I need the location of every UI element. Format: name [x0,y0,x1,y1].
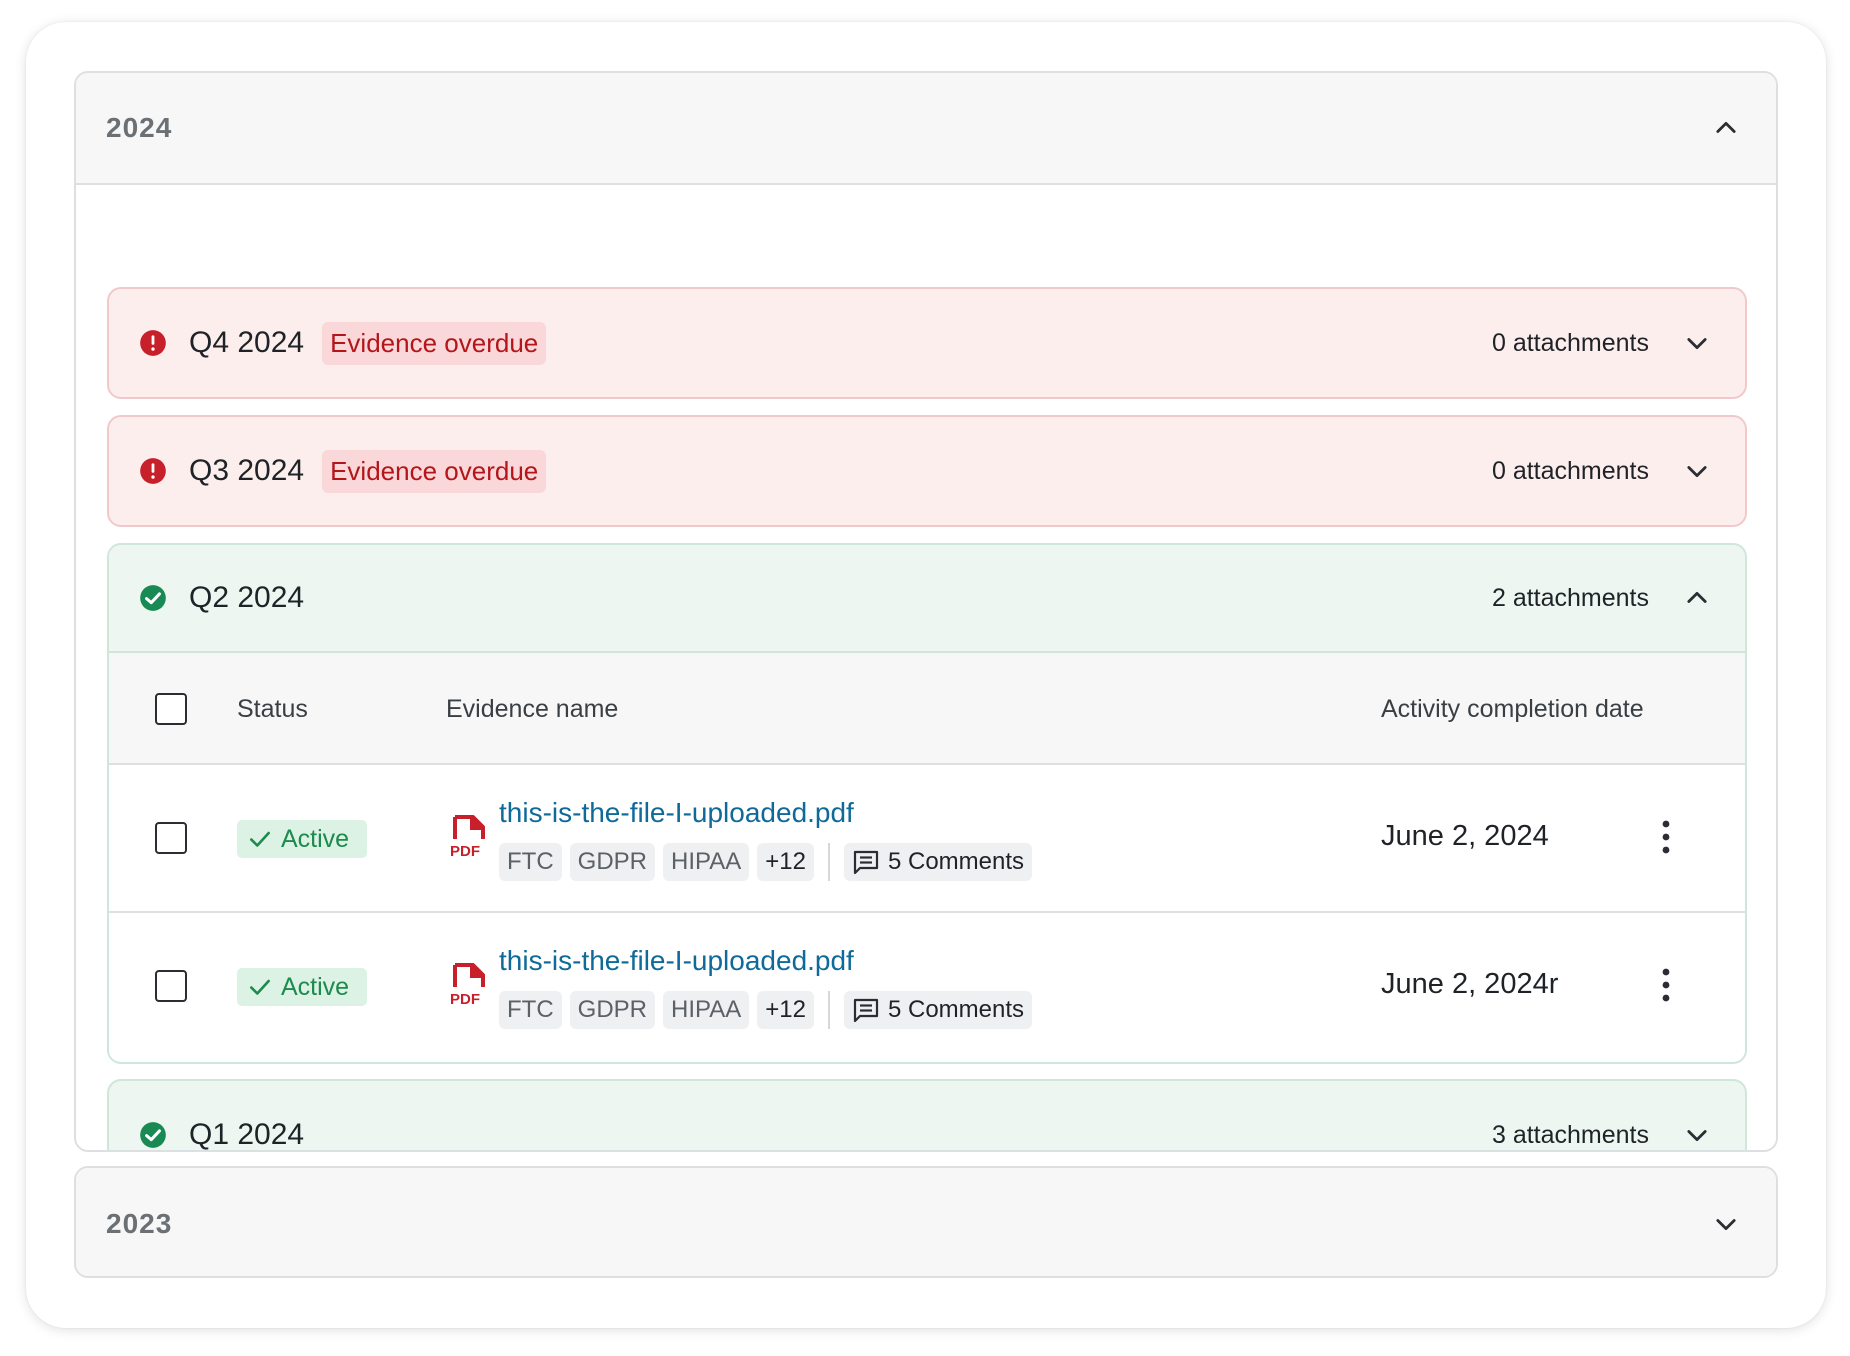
quarter-title: Q2 2024 [189,581,305,614]
quarter-title: Q3 2024 [189,454,305,487]
quarter-header[interactable]: Q1 2024 3 attachments [109,1081,1745,1151]
attachment-count: 0 attachments [1491,328,1649,357]
chevron-down-icon[interactable] [1683,457,1711,485]
completion-date: June 2, 2024 [1381,820,1549,852]
chevron-down-icon[interactable] [1683,329,1711,357]
comments-label: 5 Comments [887,996,1025,1023]
tag: GDPR [569,843,655,881]
svg-text:PDF: PDF [450,991,480,1007]
alert-icon [140,458,166,484]
quarter-panel-q2: Q2 2024 2 attachments Status Evidence na… [107,543,1747,1064]
year-section-2024: 2024 Q4 2024 Evidence overdue 0 attachme… [74,71,1778,1152]
quarter-panel-q1[interactable]: Q1 2024 3 attachments [107,1079,1747,1151]
quarter-header[interactable]: Q2 2024 2 attachments [109,545,1745,653]
more-tags-badge[interactable]: +12 [757,843,814,881]
tag: HIPAA [663,991,750,1029]
status-badge: Active [237,820,367,858]
year-title: 2023 [106,1208,173,1239]
attachment-count: 3 attachments [1491,1120,1649,1149]
divider [827,843,830,881]
check-circle-icon [140,585,166,611]
status-label: Active [281,824,350,853]
pdf-file-icon: PDF [450,963,485,1007]
chevron-down-icon[interactable] [1712,1210,1740,1238]
quarter-title: Q1 2024 [189,1118,305,1151]
chevron-up-icon[interactable] [1683,584,1711,612]
select-all-checkbox[interactable] [155,693,187,725]
evidence-file-link[interactable]: this-is-the-file-I-uploaded.pdf [499,945,854,977]
pdf-file-icon: PDF [450,815,485,859]
check-icon [250,979,270,995]
more-tags-badge[interactable]: +12 [757,991,814,1029]
quarter-panel-q4[interactable]: Q4 2024 Evidence overdue 0 attachments [107,287,1747,399]
column-header-completion-date[interactable]: Activity completion date [1381,695,1644,724]
alert-icon [140,330,166,356]
quarter-title: Q4 2024 [189,326,305,359]
chevron-up-icon[interactable] [1712,114,1740,142]
year-section-2023: 2023 [74,1166,1778,1278]
tag: GDPR [569,991,655,1029]
check-icon [250,831,270,847]
table-header: Status Evidence name Activity completion… [109,653,1745,765]
comment-icon [853,998,879,1023]
column-header-evidence-name[interactable]: Evidence name [446,695,618,724]
table-row: Active PDF this-is-the-file-I-uploaded.p… [109,913,1745,1061]
attachment-count: 2 attachments [1491,583,1649,612]
year-header-2023[interactable]: 2023 [76,1168,1776,1276]
quarter-header[interactable]: Q4 2024 Evidence overdue 0 attachments [109,289,1745,397]
tag: FTC [499,843,562,881]
check-circle-icon [140,1122,166,1148]
row-checkbox[interactable] [155,822,187,854]
status-badge: Evidence overdue [322,449,547,493]
comment-icon [853,850,879,875]
tag-list: FTC GDPR HIPAA +12 5 Comments [499,991,1033,1029]
status-badge: Evidence overdue [322,321,547,365]
more-options-icon[interactable] [1659,967,1673,1003]
comments-button[interactable]: 5 Comments [843,991,1033,1029]
attachment-count: 0 attachments [1491,456,1649,485]
tag: FTC [499,991,562,1029]
chevron-down-icon[interactable] [1683,1121,1711,1149]
quarter-header[interactable]: Q3 2024 Evidence overdue 0 attachments [109,417,1745,525]
completion-date: June 2, 2024r [1381,968,1559,1000]
evidence-card: 2024 Q4 2024 Evidence overdue 0 attachme… [26,22,1826,1328]
table-row: Active PDF this-is-the-file-I-uploaded.p… [109,765,1745,913]
quarter-panel-q3[interactable]: Q3 2024 Evidence overdue 0 attachments [107,415,1747,527]
tag-list: FTC GDPR HIPAA +12 5 Comments [499,843,1033,881]
comments-label: 5 Comments [887,848,1025,875]
svg-text:PDF: PDF [450,843,480,859]
comments-button[interactable]: 5 Comments [843,843,1033,881]
divider [827,991,830,1029]
more-options-icon[interactable] [1659,819,1673,855]
tag: HIPAA [663,843,750,881]
year-title: 2024 [106,112,173,143]
status-badge: Active [237,968,367,1006]
status-label: Active [281,972,350,1001]
column-header-status[interactable]: Status [237,695,308,724]
evidence-file-link[interactable]: this-is-the-file-I-uploaded.pdf [499,797,854,829]
year-header-2024[interactable]: 2024 [76,73,1776,185]
row-checkbox[interactable] [155,970,187,1002]
